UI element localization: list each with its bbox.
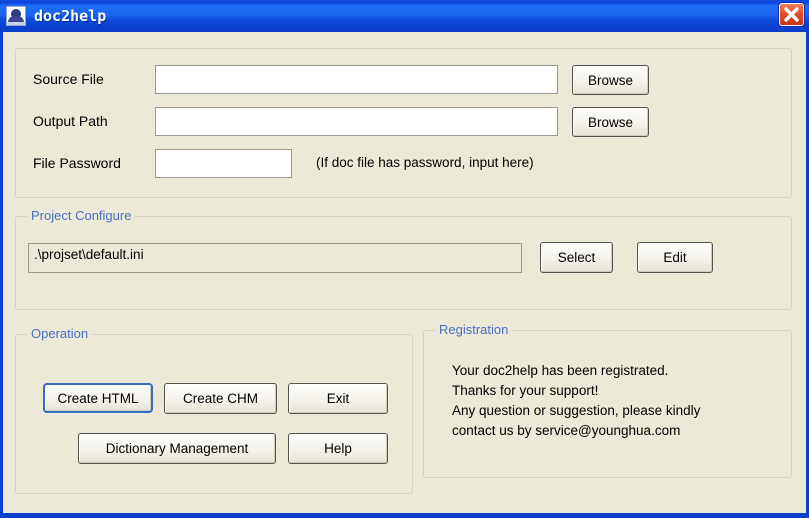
project-edit-button[interactable]: Edit — [637, 242, 713, 273]
close-icon[interactable] — [779, 3, 804, 26]
close-x-glyph — [784, 7, 799, 22]
source-file-browse-button[interactable]: Browse — [572, 65, 649, 95]
create-chm-button[interactable]: Create CHM — [164, 383, 277, 414]
dictionary-management-button[interactable]: Dictionary Management — [78, 433, 276, 464]
source-file-label: Source File — [33, 71, 104, 87]
title-bar: doc2help — [0, 0, 809, 32]
create-html-button[interactable]: Create HTML — [43, 383, 153, 413]
operation-title: Operation — [27, 326, 93, 341]
file-password-input[interactable] — [155, 149, 292, 178]
project-select-button[interactable]: Select — [540, 242, 613, 273]
source-file-input[interactable] — [155, 65, 558, 94]
output-path-label: Output Path — [33, 113, 108, 129]
file-password-hint: (If doc file has password, input here) — [316, 155, 534, 170]
window-title: doc2help — [34, 7, 107, 25]
application-window: doc2help Source File Browse Output Path … — [0, 0, 809, 518]
registration-line: Thanks for your support! — [452, 383, 599, 398]
operation-group: Operation Create HTML Create CHM Exit Di… — [15, 326, 413, 494]
file-settings-group: Source File Browse Output Path Browse Fi… — [15, 48, 792, 198]
project-configure-title: Project Configure — [27, 208, 136, 223]
exit-button[interactable]: Exit — [288, 383, 388, 414]
output-path-input[interactable] — [155, 107, 558, 136]
client-area: Source File Browse Output Path Browse Fi… — [3, 32, 806, 513]
app-icon — [6, 6, 26, 26]
project-config-path-field[interactable]: .\projset\default.ini — [28, 243, 522, 273]
registration-message: Your doc2help has been registrated. Than… — [452, 361, 700, 441]
registration-title: Registration — [435, 322, 513, 337]
project-configure-group: Project Configure .\projset\default.ini … — [15, 208, 792, 310]
registration-line: Any question or suggestion, please kindl… — [452, 403, 701, 418]
registration-line: contact us by service@younghua.com — [452, 423, 681, 438]
help-button[interactable]: Help — [288, 433, 388, 464]
registration-line: Your doc2help has been registrated. — [452, 363, 669, 378]
output-path-browse-button[interactable]: Browse — [572, 107, 649, 137]
app-icon-base — [7, 22, 25, 25]
registration-group: Registration Your doc2help has been regi… — [423, 322, 792, 478]
file-password-label: File Password — [33, 155, 121, 171]
